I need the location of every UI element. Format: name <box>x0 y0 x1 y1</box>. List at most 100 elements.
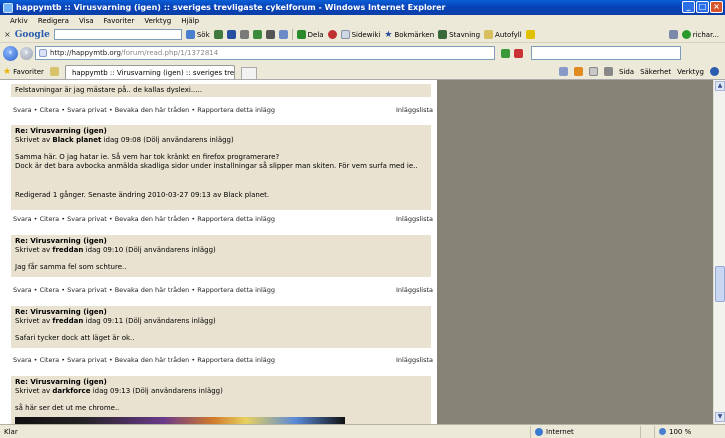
menu-visa[interactable]: Visa <box>79 17 94 25</box>
stop-icon[interactable] <box>514 48 523 58</box>
favorites-button[interactable]: ★ Favoriter <box>3 64 44 79</box>
menu-verktyg[interactable]: Verktyg <box>144 17 171 25</box>
post-author-link[interactable]: darkforce <box>52 387 90 395</box>
post-list-link[interactable]: Inläggslista <box>396 106 433 114</box>
post-list-link[interactable]: Inläggslista <box>396 215 433 223</box>
toolbar-icon-2[interactable] <box>226 30 236 39</box>
post-item: Re: Virusvarning (igen) Skrivet av fredd… <box>11 235 431 277</box>
zoom-icon <box>659 428 666 435</box>
scroll-up-arrow[interactable]: ▲ <box>715 81 725 91</box>
post-actions: Svara • Citera • Svara privat • Bevaka d… <box>13 356 433 364</box>
user-status-icon <box>681 30 691 39</box>
post-item: Re: Virusvarning (igen) Skrivet av darkf… <box>11 376 431 424</box>
google-search-button[interactable]: Sök <box>185 30 210 39</box>
status-bar: Klar Internet 100 % <box>0 424 725 438</box>
toolbar-icon-5[interactable] <box>265 30 275 39</box>
autofill-icon <box>484 30 494 39</box>
pencil-icon[interactable] <box>525 30 535 39</box>
toolbar-icon-1[interactable] <box>213 30 223 39</box>
page-content: Felstavningar är jag mästare på.. de kal… <box>0 80 725 424</box>
new-tab-button[interactable] <box>240 67 257 79</box>
post-actions: Svara • Citera • Svara privat • Bevaka d… <box>13 106 433 114</box>
post-author-link[interactable]: freddan <box>52 246 83 254</box>
user-account[interactable]: richar... <box>681 30 725 39</box>
browser-search-input[interactable] <box>531 46 681 60</box>
help-icon[interactable] <box>710 67 719 76</box>
menu-favoriter[interactable]: Favoriter <box>104 17 135 25</box>
favorites-star-icon: ★ <box>3 66 12 77</box>
google-search-input[interactable] <box>53 29 182 40</box>
menu-arkiv[interactable]: Arkiv <box>10 17 28 25</box>
forward-button[interactable]: › <box>20 46 33 60</box>
autofill-button[interactable]: Autofyll <box>484 30 522 39</box>
toolbar-icon-6[interactable] <box>278 30 288 39</box>
mail-icon[interactable] <box>588 67 598 76</box>
post-item: Re: Virusvarning (igen) Skrivet av Black… <box>11 125 431 210</box>
globe-icon <box>535 427 543 436</box>
scrollbar-thumb[interactable] <box>715 266 725 302</box>
print-icon[interactable] <box>603 67 613 76</box>
post-list-link[interactable]: Inläggslista <box>396 286 433 294</box>
menu-redigera[interactable]: Redigera <box>38 17 69 25</box>
post-text: Felstavningar är jag mästare på.. de kal… <box>15 86 202 94</box>
post-list-link[interactable]: Inläggslista <box>396 356 433 364</box>
security-zone[interactable]: Internet <box>530 425 640 438</box>
post-author-link[interactable]: Black planet <box>52 136 101 144</box>
post-edit-note: Redigerad 1 gånger. Senaste ändring 2010… <box>15 191 270 199</box>
post-subject: Re: Virusvarning (igen) <box>15 308 107 316</box>
refresh-icon[interactable] <box>501 48 510 58</box>
post-previous-end: Felstavningar är jag mästare på.. de kal… <box>11 84 431 97</box>
spellcheck-button[interactable]: Stavning <box>438 30 480 39</box>
protected-mode-icon[interactable] <box>640 425 654 438</box>
action-links[interactable]: Svara • Citera • Svara privat • Bevaka d… <box>13 106 275 114</box>
post-subject: Re: Virusvarning (igen) <box>15 127 107 135</box>
search-icon <box>185 30 195 39</box>
share-icon <box>296 30 306 39</box>
command-bar: Sida Säkerhet Verktyg <box>558 64 725 79</box>
google-toolbar: × Google Sök Dela Sidewiki ★ Bokmärken S… <box>0 27 725 43</box>
zoom-control[interactable]: 100 % <box>654 425 714 438</box>
google-logo: Google <box>14 29 50 40</box>
url-field[interactable]: http://happymtb.org/forum/read.php/1/137… <box>35 46 495 60</box>
right-empty-pane <box>437 80 713 424</box>
post-subject: Re: Virusvarning (igen) <box>15 237 107 245</box>
action-links[interactable]: Svara • Citera • Svara privat • Bevaka d… <box>13 356 275 364</box>
favorites-add-icon[interactable] <box>49 66 59 76</box>
post-byline: Skrivet av freddan idag 09:10 (Dölj anvä… <box>15 246 216 254</box>
rss-icon[interactable] <box>573 67 583 76</box>
toolbar-icon-3[interactable] <box>239 30 249 39</box>
window-title: happymtb :: Virusvarning (igen) :: sveri… <box>16 3 446 12</box>
sidewiki-button[interactable]: Sidewiki <box>340 30 380 39</box>
action-links[interactable]: Svara • Citera • Svara privat • Bevaka d… <box>13 215 275 223</box>
post-body: så här ser det ut me chrome.. <box>15 404 120 412</box>
menu-hjalp[interactable]: Hjälp <box>181 17 199 25</box>
vertical-scrollbar[interactable]: ▲ ▼ <box>713 80 725 424</box>
close-toolbar-icon[interactable]: × <box>4 30 11 39</box>
minimize-button[interactable]: _ <box>682 1 695 13</box>
page-icon <box>39 49 47 57</box>
menu-sida[interactable]: Sida <box>619 68 634 76</box>
tab-active[interactable]: happymtb :: Virusvarning (igen) :: sveri… <box>64 65 235 79</box>
menu-verktyg-cmd[interactable]: Verktyg <box>677 68 704 76</box>
back-button[interactable]: ‹ <box>3 45 18 61</box>
dela-button[interactable]: Dela <box>296 30 324 39</box>
menu-sakerhet[interactable]: Säkerhet <box>640 68 671 76</box>
post-body: Safari tycker dock att läget är ok.. <box>15 334 135 342</box>
address-bar: ‹ › http://happymtb.org/forum/read.php/1… <box>0 43 725 63</box>
maximize-button[interactable]: □ <box>696 1 709 13</box>
toolbar-icon-4[interactable] <box>252 30 262 39</box>
close-button[interactable]: × <box>710 1 723 13</box>
bookmarks-button[interactable]: ★ Bokmärken <box>384 30 434 40</box>
spellcheck-icon <box>438 30 448 39</box>
window-controls: _ □ × <box>682 1 723 13</box>
scroll-down-arrow[interactable]: ▼ <box>715 412 725 422</box>
post-byline: Skrivet av freddan idag 09:11 (Dölj anvä… <box>15 317 216 325</box>
blocked-icon[interactable] <box>327 30 337 39</box>
wrench-icon[interactable] <box>668 30 678 39</box>
action-links[interactable]: Svara • Citera • Svara privat • Bevaka d… <box>13 286 275 294</box>
home-icon[interactable] <box>558 67 568 76</box>
ie-app-icon <box>3 2 13 13</box>
post-body: Jag får samma fel som schture.. <box>15 263 127 271</box>
post-actions: Svara • Citera • Svara privat • Bevaka d… <box>13 286 433 294</box>
post-author-link[interactable]: freddan <box>52 317 83 325</box>
